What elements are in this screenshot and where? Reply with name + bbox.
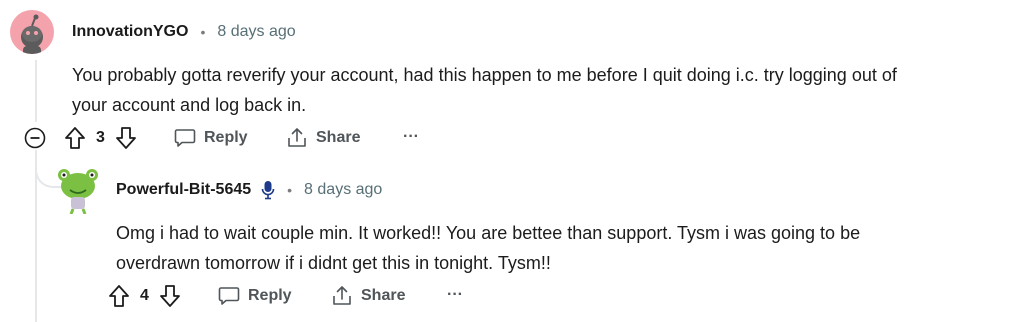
microphone-icon: [261, 181, 275, 200]
meta-separator: •: [287, 182, 293, 198]
comment-body-line: Omg i had to wait couple min. It worked!…: [116, 223, 861, 243]
upvote-arrow-icon: [109, 285, 129, 307]
downvote-button[interactable]: [159, 284, 181, 308]
share-button[interactable]: Share: [331, 285, 405, 307]
share-icon: [288, 128, 306, 147]
more-options-button[interactable]: ···: [447, 286, 463, 304]
more-options-icon: ···: [403, 128, 419, 145]
green-snoo-avatar-icon: [58, 169, 98, 214]
meta-separator: •: [200, 24, 206, 40]
downvote-arrow-icon: [160, 285, 180, 307]
share-button[interactable]: Share: [286, 127, 360, 149]
comment-timestamp[interactable]: 8 days ago: [217, 23, 295, 41]
comment-body-line: your account and log back in.: [72, 95, 307, 115]
comment-body: Omg i had to wait couple min. It worked!…: [116, 218, 1006, 278]
more-options-button[interactable]: ···: [403, 128, 419, 146]
comment-author[interactable]: InnovationYGO: [72, 23, 188, 41]
reply-label: Reply: [204, 129, 248, 146]
share-label: Share: [361, 287, 406, 304]
comment-body-line: You probably gotta reverify your account…: [72, 65, 897, 85]
comment-body-line: overdrawn tomorrow if i didnt get this i…: [116, 253, 551, 273]
avatar[interactable]: [10, 10, 54, 54]
upvote-arrow-icon: [65, 127, 85, 149]
collapse-minus-icon: [24, 127, 46, 149]
comment-body: You probably gotta reverify your account…: [72, 60, 1012, 120]
avatar[interactable]: [56, 166, 100, 214]
reply-bubble-icon: [174, 129, 196, 147]
downvote-button[interactable]: [115, 126, 137, 150]
comment-timestamp[interactable]: 8 days ago: [304, 181, 382, 199]
share-icon: [333, 286, 351, 305]
reddit-snoo-avatar-icon: [21, 14, 43, 54]
comment-author[interactable]: Powerful-Bit-5645: [116, 181, 251, 199]
flair-badge: [261, 180, 275, 200]
reply-button[interactable]: Reply: [218, 286, 292, 306]
downvote-arrow-icon: [116, 127, 136, 149]
more-options-icon: ···: [447, 286, 463, 303]
reply-button[interactable]: Reply: [174, 128, 248, 148]
comment-1: InnovationYGO • 8 days ago You probably …: [0, 0, 1024, 160]
vote-score: 3: [96, 129, 105, 146]
vote-score: 4: [140, 287, 149, 304]
upvote-button[interactable]: [64, 126, 86, 150]
share-label: Share: [316, 129, 361, 146]
reply-bubble-icon: [218, 287, 240, 305]
reply-label: Reply: [248, 287, 292, 304]
comment-2: Powerful-Bit-5645 • 8 days ago Omg i had…: [0, 160, 1024, 321]
upvote-button[interactable]: [108, 284, 130, 308]
collapse-button[interactable]: [24, 127, 46, 149]
